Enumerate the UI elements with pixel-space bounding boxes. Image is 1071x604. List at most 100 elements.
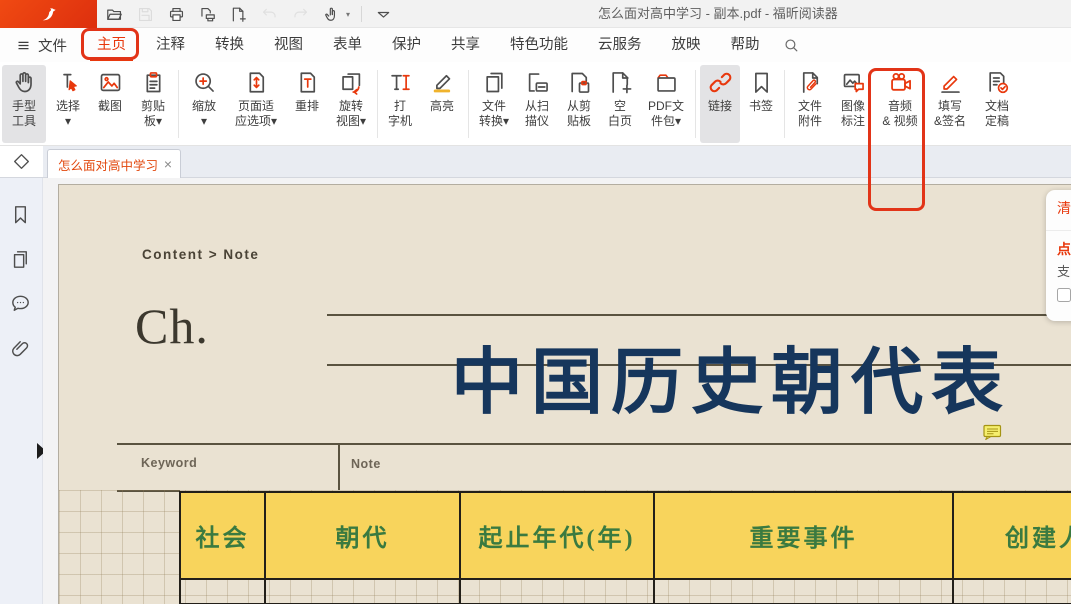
tab-strip-left [0,146,43,177]
close-icon[interactable]: × [164,157,172,171]
pages-icon [9,248,32,271]
menu-tab-主页[interactable]: 主页 [82,28,141,62]
print-button[interactable] [166,4,186,24]
ribbon-group-separator [178,70,179,138]
keyword-note-divider [338,445,340,490]
right-panel-checkbox[interactable] [1057,288,1071,302]
button-label: 高亮 [430,99,454,114]
attachments-panel-button[interactable] [9,337,33,361]
button-label: 截图 [98,99,122,114]
ribbon-group: 文件转换▾从扫描仪从剪贴板空白页 PDF文件包▾ [473,65,691,143]
typewriter-icon [387,69,414,96]
new-page-button[interactable] [228,4,248,24]
from-scanner-button[interactable]: 从扫描仪 [517,65,557,143]
menu-tab-共享[interactable]: 共享 [436,28,495,62]
menu-tab-保护[interactable]: 保护 [377,28,436,62]
zoom-button[interactable]: 缩放▾ [183,65,225,143]
customize-toolbar-button[interactable] [373,4,393,24]
select-button[interactable]: 选择▾ [48,65,88,143]
comments-panel-button[interactable] [9,292,33,316]
table-header-cell: 起止年代(年) [461,493,655,578]
menu-tab-转换[interactable]: 转换 [200,28,259,62]
redo-button[interactable] [290,4,310,24]
ruled-line [117,443,1071,445]
table-header-cell: 创建人 [954,493,1071,578]
image-annotation-icon [840,69,867,96]
image-annotation-button[interactable]: 图像标注 [833,65,873,143]
document-tab-label: 怎么面对高中学习... [58,155,158,174]
snapshot-button[interactable]: 截图 [90,65,130,143]
button-label: 缩放▾ [192,99,216,129]
search-icon[interactable] [783,37,800,54]
button-label: 剪贴板▾ [141,99,165,129]
nav-bookmark-icon [9,203,32,226]
convert-icon [481,69,508,96]
typewriter-button[interactable]: 打字机 [382,65,418,143]
touch-mode-button[interactable] [321,4,341,24]
pages-panel-button[interactable] [9,248,33,272]
menu-tab-云服务[interactable]: 云服务 [583,28,657,62]
table-header-cell: 重要事件 [655,493,954,578]
convert-button[interactable]: 文件转换▾ [473,65,515,143]
print-page-icon [198,5,217,24]
select-icon [55,69,82,96]
file-attachment-button[interactable]: 文件附件 [789,65,831,143]
attachment-icon [797,69,824,96]
blank-page-button[interactable]: 空白页 [601,65,639,143]
dynasty-table: 社会朝代起止年代(年)重要事件创建人 [179,491,1071,604]
link-button[interactable]: 链接 [700,65,740,143]
foxit-logo[interactable] [0,0,97,28]
menu-tab-放映[interactable]: 放映 [657,28,716,62]
sticky-note-icon[interactable] [983,424,1002,441]
save-button[interactable] [135,4,155,24]
ruled-line [327,314,1071,316]
reflow-button[interactable]: 重排 [287,65,327,143]
link-icon [707,69,734,96]
ribbon-group-separator [695,70,696,138]
menu-tab-帮助[interactable]: 帮助 [716,28,775,62]
button-label: 填写&签名 [934,99,966,129]
menu-bar: 文件 主页注释转换视图表单保护共享特色功能云服务放映帮助 [0,28,1071,62]
highlight-button[interactable]: 高亮 [420,65,464,143]
snapshot-icon [97,69,124,96]
bookmarks-panel-button[interactable] [9,203,33,227]
right-panel-action[interactable]: 清 [1057,198,1071,218]
menu-tab-表单[interactable]: 表单 [318,28,377,62]
fill-sign-button[interactable]: 填写&签名 [927,65,973,143]
redo-icon [291,5,310,24]
document-tab[interactable]: 怎么面对高中学习... × [47,149,181,178]
save-icon [136,5,155,24]
foxit-logo-icon [39,4,59,24]
file-menu-button[interactable]: 文件 [0,35,81,56]
ribbon-group: 文件附件图像标注音频& 视频填写&签名文档定稿 [789,65,1019,143]
menu-tab-视图[interactable]: 视图 [259,28,318,62]
table-body-cell [461,580,655,604]
undo-button[interactable] [259,4,279,24]
fit-page-icon [243,69,270,96]
button-label: PDF文件包▾ [648,99,684,129]
pdf-portfolio-button[interactable]: PDF文件包▾ [641,65,691,143]
menu-tab-特色功能[interactable]: 特色功能 [495,28,583,62]
button-label: 空白页 [608,99,632,129]
audio-video-button[interactable]: 音频& 视频 [875,65,925,143]
window-title: 怎么面对高中学习 - 副本.pdf - 福昕阅读器 [598,0,838,28]
print-page-button[interactable] [197,4,217,24]
finalize-button[interactable]: 文档定稿 [975,65,1019,143]
undo-icon [260,5,279,24]
open-button[interactable] [104,4,124,24]
rotate-view-button[interactable]: 旋转视图▾ [329,65,373,143]
comment-icon [9,292,32,315]
bookmark-button[interactable]: 书签 [742,65,780,143]
diamond-icon[interactable] [11,151,32,172]
note-label: Note [351,457,381,471]
ribbon-group: 打字机 高亮 [382,65,464,143]
hand-tool-button[interactable]: 手型工具 [2,65,46,143]
from-clipboard-button[interactable]: 从剪贴板 [559,65,599,143]
print-icon [167,5,186,24]
page-title: 中国历史朝代表 [451,345,1011,421]
fit-page-button[interactable]: 页面适应选项▾ [227,65,285,143]
button-label: 打字机 [388,99,412,129]
ribbon-group-separator [784,70,785,138]
menu-tab-注释[interactable]: 注释 [141,28,200,62]
clipboard-button[interactable]: 剪贴板▾ [132,65,174,143]
